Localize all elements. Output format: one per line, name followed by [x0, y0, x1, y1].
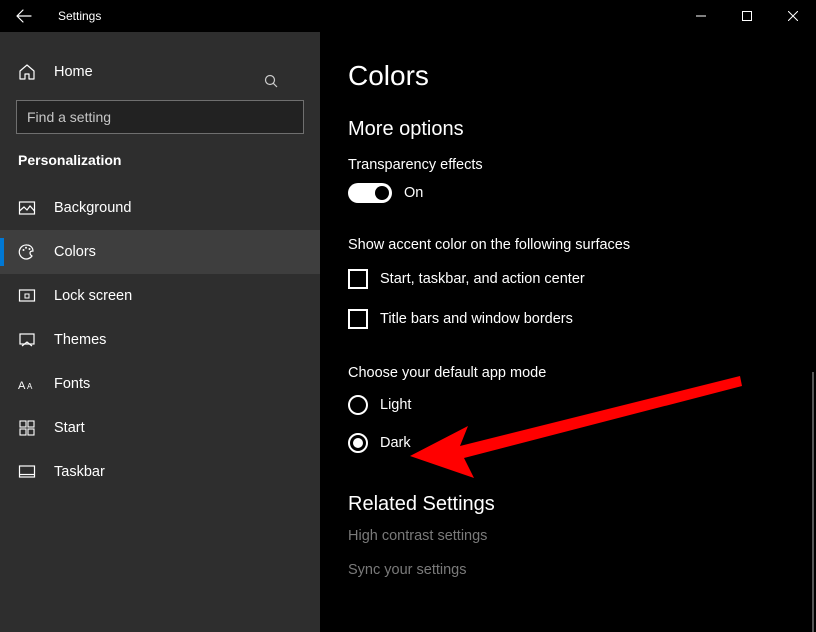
checkbox-label: Start, taskbar, and action center — [380, 271, 585, 287]
radio-icon — [348, 433, 368, 453]
sidebar-item-fonts[interactable]: AA Fonts — [0, 362, 320, 406]
svg-text:A: A — [18, 380, 26, 391]
sidebar-item-label: Themes — [54, 332, 106, 348]
app-mode-heading: Choose your default app mode — [348, 365, 786, 381]
lock-screen-icon — [18, 287, 36, 305]
accent-titlebars-checkbox[interactable]: Title bars and window borders — [348, 309, 786, 329]
sidebar: Home Personalization Background — [0, 32, 320, 632]
sidebar-item-themes[interactable]: Themes — [0, 318, 320, 362]
back-button[interactable] — [8, 0, 40, 32]
minimize-icon — [696, 11, 706, 21]
content-pane: Colors More options Transparency effects… — [320, 32, 816, 632]
taskbar-icon — [18, 463, 36, 481]
radio-icon — [348, 395, 368, 415]
sidebar-home[interactable]: Home — [0, 50, 320, 94]
radio-label: Light — [380, 397, 411, 413]
sidebar-item-label: Fonts — [54, 376, 90, 392]
toggle-knob-icon — [375, 186, 389, 200]
more-options-heading: More options — [348, 118, 786, 141]
app-mode-light-radio[interactable]: Light — [348, 395, 786, 415]
themes-icon — [18, 331, 36, 349]
transparency-state: On — [404, 185, 423, 201]
maximize-icon — [742, 11, 752, 21]
checkbox-icon — [348, 309, 368, 329]
sidebar-home-label: Home — [54, 64, 93, 80]
high-contrast-link[interactable]: High contrast settings — [348, 528, 786, 544]
back-arrow-icon — [16, 8, 32, 24]
sidebar-item-label: Lock screen — [54, 288, 132, 304]
sidebar-item-taskbar[interactable]: Taskbar — [0, 450, 320, 494]
scrollbar[interactable] — [812, 372, 814, 632]
transparency-label: Transparency effects — [348, 157, 786, 173]
window-title: Settings — [58, 9, 101, 23]
checkbox-icon — [348, 269, 368, 289]
sidebar-item-label: Start — [54, 420, 85, 436]
maximize-button[interactable] — [724, 0, 770, 32]
radio-label: Dark — [380, 435, 411, 451]
checkbox-label: Title bars and window borders — [380, 311, 573, 327]
title-bar: Settings — [0, 0, 816, 32]
app-mode-dark-radio[interactable]: Dark — [348, 433, 786, 453]
home-icon — [18, 63, 36, 81]
page-title: Colors — [348, 60, 786, 92]
palette-icon — [18, 243, 36, 261]
fonts-icon: AA — [18, 375, 36, 393]
close-button[interactable] — [770, 0, 816, 32]
sidebar-item-background[interactable]: Background — [0, 186, 320, 230]
sidebar-item-colors[interactable]: Colors — [0, 230, 320, 274]
sidebar-item-lock-screen[interactable]: Lock screen — [0, 274, 320, 318]
sidebar-category: Personalization — [0, 148, 320, 168]
accent-start-checkbox[interactable]: Start, taskbar, and action center — [348, 269, 786, 289]
sync-settings-link[interactable]: Sync your settings — [348, 562, 786, 578]
picture-icon — [18, 199, 36, 217]
sidebar-item-label: Taskbar — [54, 464, 105, 480]
sidebar-item-label: Colors — [54, 244, 96, 260]
search-input[interactable] — [16, 100, 304, 134]
close-icon — [788, 11, 798, 21]
svg-text:A: A — [27, 382, 33, 391]
start-icon — [18, 419, 36, 437]
accent-surfaces-heading: Show accent color on the following surfa… — [348, 237, 786, 253]
minimize-button[interactable] — [678, 0, 724, 32]
transparency-toggle[interactable] — [348, 183, 392, 203]
sidebar-item-label: Background — [54, 200, 131, 216]
related-settings-heading: Related Settings — [348, 493, 786, 516]
sidebar-item-start[interactable]: Start — [0, 406, 320, 450]
